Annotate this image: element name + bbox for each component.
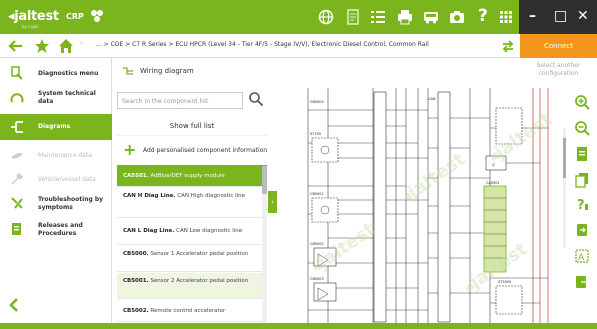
maintenance-icon bbox=[11, 153, 23, 159]
sidebar-item-label: Diagnostics menu bbox=[38, 70, 99, 77]
diagram-label-ca5501: CA5501 bbox=[486, 181, 500, 185]
collapse-panel-handle[interactable]: ‹ bbox=[268, 191, 277, 213]
list-icon[interactable] bbox=[370, 9, 386, 25]
plus-icon: + bbox=[123, 140, 137, 159]
diagram-label-cb5001: CB5001 bbox=[310, 192, 324, 196]
home-icon[interactable] bbox=[58, 38, 74, 54]
pdf-icon[interactable] bbox=[574, 146, 590, 162]
component-item-can-h[interactable]: CAN H Diag Line. CAN High diagnostic lin… bbox=[117, 188, 267, 218]
panel-title: Wiring diagram bbox=[140, 67, 194, 75]
close-button[interactable]: ✕ bbox=[577, 8, 589, 24]
text-icon[interactable]: A bbox=[574, 248, 590, 264]
wiring-diagram-icon bbox=[123, 67, 133, 75]
sidebar-item-diagrams[interactable]: Diagrams bbox=[0, 114, 112, 140]
vehicle-data-icon bbox=[11, 172, 24, 185]
wiring-diagram-canvas[interactable]: CB5000 S7700 CB5001 CB5002 CB5003 CAN CA… bbox=[278, 88, 564, 329]
sidebar-item-label: Troubleshooting by symptoms bbox=[38, 196, 104, 211]
component-item-can-l[interactable]: CAN L Diag Line. CAN Low diagnostic line bbox=[117, 219, 267, 245]
brand-label: CRP bbox=[66, 12, 84, 21]
diagram-label-cb5002: CB5002 bbox=[310, 242, 324, 246]
help-icon[interactable]: ? bbox=[478, 6, 488, 26]
help-info-icon[interactable]: ? bbox=[574, 196, 590, 212]
exit-icon[interactable] bbox=[574, 274, 590, 290]
sidebar-item-label: System technical data bbox=[38, 90, 96, 105]
component-list-scrollbar[interactable] bbox=[262, 166, 267, 321]
logo-subtitle: by cojali bbox=[22, 24, 39, 29]
top-bar: ◂jaltest by cojali CRP ? – □ ✕ bbox=[0, 0, 597, 34]
releases-icon bbox=[12, 223, 21, 235]
breadcrumb[interactable]: ... > COE > C7 R Series > ECU HPCR (Leve… bbox=[96, 41, 429, 48]
jaltest-logo: ◂jaltest bbox=[8, 9, 59, 24]
sidebar-item-label: Releases and Procedures bbox=[38, 222, 83, 237]
zoom-out-icon[interactable] bbox=[574, 120, 590, 136]
diagram-label-cb5003: CB5003 bbox=[310, 277, 324, 281]
diagnostics-icon bbox=[11, 66, 23, 80]
component-item-ca5501[interactable]: CA5501. AdBlue/DEF supply module bbox=[117, 165, 267, 187]
diagram-toolbar: ? A bbox=[566, 88, 597, 329]
component-item-cb5000[interactable]: CB5000. Sensor 1 Accelerator pedal posit… bbox=[117, 246, 267, 272]
bus-icon[interactable] bbox=[423, 9, 439, 25]
diagram-label-st3500: ST3500 bbox=[498, 280, 511, 284]
home-globe-icon[interactable] bbox=[318, 9, 334, 25]
copy-icon[interactable] bbox=[574, 172, 590, 188]
svg-text:A: A bbox=[578, 253, 585, 263]
printer-icon[interactable] bbox=[397, 9, 413, 25]
svg-text:?: ? bbox=[577, 198, 585, 212]
component-search-input[interactable]: Search in the component list bbox=[117, 92, 243, 109]
scrollbar-thumb[interactable] bbox=[262, 166, 267, 194]
sidebar-item-label: Maintenance data bbox=[38, 152, 93, 159]
status-strip bbox=[0, 323, 597, 329]
add-component-label: Add personalised component information bbox=[143, 147, 268, 154]
sidebar: Diagnostics menu System technical data D… bbox=[0, 58, 112, 329]
diagrams-icon bbox=[11, 121, 23, 133]
technical-data-icon bbox=[10, 93, 24, 103]
window-controls: – □ ✕ bbox=[519, 0, 597, 34]
diagram-label-can: CAN bbox=[428, 97, 436, 101]
component-item-cb5001[interactable]: CB5001. Sensor 2 Accelerator pedal posit… bbox=[117, 273, 267, 299]
search-icon[interactable] bbox=[248, 91, 264, 107]
diagram-label-cb5000: CB5000 bbox=[310, 100, 324, 104]
diagram-label-s7700: S7700 bbox=[310, 132, 321, 136]
sidebar-item-system-technical-data[interactable]: System technical data bbox=[0, 86, 112, 110]
sidebar-item-vehicle-vessel-data[interactable]: Vehicle/vessel data bbox=[0, 168, 112, 192]
component-item-cb5002[interactable]: CB5002. Remote control accelerator bbox=[117, 300, 267, 322]
sidebar-item-maintenance-data[interactable]: Maintenance data bbox=[0, 144, 112, 168]
favorites-star-icon[interactable] bbox=[34, 38, 50, 54]
sidebar-item-label: Diagrams bbox=[38, 123, 71, 130]
select-configuration-link[interactable]: Select another configuration bbox=[520, 62, 597, 78]
maximize-button[interactable]: □ bbox=[554, 8, 567, 24]
minimize-button[interactable]: – bbox=[529, 8, 536, 24]
navigation-bar: › ... > COE > C7 R Series > ECU HPCR (Le… bbox=[0, 34, 597, 58]
show-full-list-button[interactable]: Show full list bbox=[117, 116, 267, 136]
apps-grid-icon[interactable] bbox=[498, 9, 514, 25]
export-icon[interactable] bbox=[574, 222, 590, 238]
sidebar-item-releases-procedures[interactable]: Releases and Procedures bbox=[0, 218, 112, 242]
connect-button[interactable]: Connect bbox=[520, 34, 597, 58]
zoom-in-icon[interactable] bbox=[574, 94, 590, 110]
add-component-info-button[interactable]: + Add personalised component information bbox=[117, 140, 277, 162]
breadcrumb-separator: › bbox=[80, 40, 83, 47]
brand-icon bbox=[91, 10, 103, 22]
sidebar-item-troubleshooting[interactable]: Troubleshooting by symptoms bbox=[0, 192, 112, 216]
collapse-sidebar-icon[interactable] bbox=[8, 298, 20, 312]
back-arrow-icon[interactable] bbox=[8, 38, 24, 54]
sidebar-item-label: Vehicle/vessel data bbox=[38, 176, 96, 183]
component-list: CA5501. AdBlue/DEF supply module CAN H D… bbox=[117, 165, 267, 325]
sidebar-item-diagnostics-menu[interactable]: Diagnostics menu bbox=[0, 62, 112, 86]
document-icon[interactable] bbox=[345, 9, 361, 25]
switch-system-icon[interactable] bbox=[500, 38, 516, 54]
camera-icon[interactable] bbox=[449, 9, 465, 25]
troubleshooting-icon bbox=[11, 197, 23, 209]
